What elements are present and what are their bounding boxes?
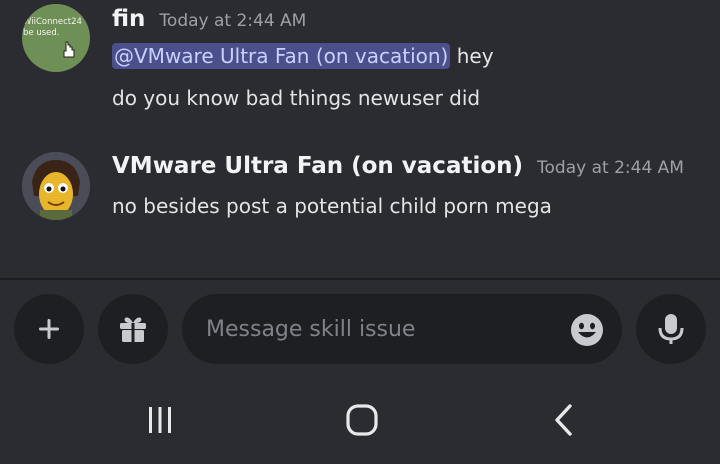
avatar[interactable]: WiiConnect24 be used. xyxy=(22,4,90,72)
message-header: fin Today at 2:44 AM xyxy=(112,6,306,40)
message-line: no besides post a potential child porn m… xyxy=(112,194,552,218)
timestamp: Today at 2:44 AM xyxy=(159,11,307,31)
home-icon xyxy=(346,404,378,436)
message-text: do you know bad things newuser did xyxy=(112,86,481,110)
hand-cursor-icon xyxy=(63,41,75,58)
emoji-icon[interactable] xyxy=(570,313,604,347)
cartoon-character-icon xyxy=(22,152,90,220)
message-composer: Message skill issue xyxy=(0,280,720,370)
message-text: hey xyxy=(450,44,494,68)
username[interactable]: fin xyxy=(112,6,145,32)
microphone-icon xyxy=(658,314,684,344)
message-input[interactable]: Message skill issue xyxy=(182,294,622,364)
message-header: VMware Ultra Fan (on vacation) Today at … xyxy=(112,153,684,187)
back-icon xyxy=(555,404,572,436)
recents-icon xyxy=(149,407,171,433)
home-button[interactable] xyxy=(342,400,382,440)
message-input-placeholder: Message skill issue xyxy=(206,316,416,342)
add-attachment-button[interactable] xyxy=(14,294,84,364)
voice-message-button[interactable] xyxy=(636,294,706,364)
message-line: @VMware Ultra Fan (on vacation) hey xyxy=(112,43,494,69)
recents-button[interactable] xyxy=(140,400,180,440)
gift-icon xyxy=(120,317,146,342)
gift-button[interactable] xyxy=(98,294,168,364)
username[interactable]: VMware Ultra Fan (on vacation) xyxy=(112,153,523,179)
user-mention[interactable]: @VMware Ultra Fan (on vacation) xyxy=(112,43,451,69)
message-line: do you know bad things newuser did xyxy=(112,86,480,110)
message-list: WiiConnect24 be used. fin Today at 2:44 … xyxy=(0,0,720,278)
avatar[interactable] xyxy=(22,152,90,220)
message-text: no besides post a potential child porn m… xyxy=(112,194,552,218)
plus-icon xyxy=(39,319,59,339)
system-navigation-bar xyxy=(0,370,720,464)
timestamp: Today at 2:44 AM xyxy=(537,158,684,178)
back-button[interactable] xyxy=(543,400,583,440)
